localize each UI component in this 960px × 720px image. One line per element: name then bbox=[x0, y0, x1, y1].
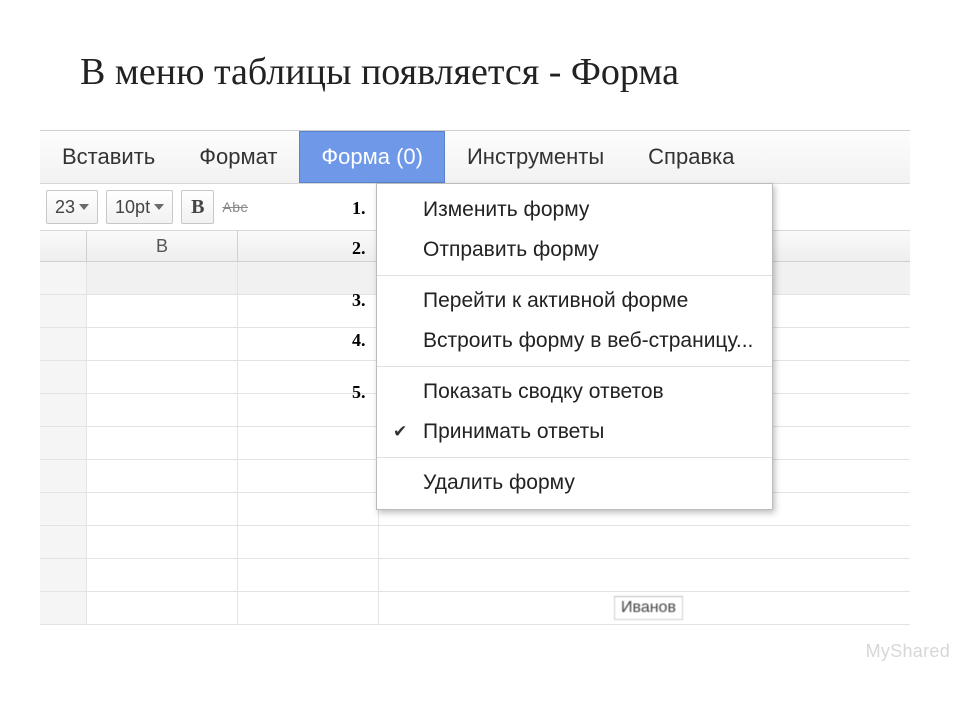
annotation-5: 5. bbox=[352, 382, 366, 403]
annotation-2: 2. bbox=[352, 238, 366, 259]
menu-insert[interactable]: Вставить bbox=[40, 131, 177, 183]
row-num-cell[interactable] bbox=[40, 559, 87, 591]
watermark: MyShared bbox=[866, 641, 950, 662]
menu-item-embed-form[interactable]: Встроить форму в веб-страницу... bbox=[377, 321, 772, 361]
row-num-cell[interactable] bbox=[40, 526, 87, 558]
table-row[interactable] bbox=[40, 526, 910, 559]
row-num-cell[interactable] bbox=[40, 328, 87, 360]
row-num-cell[interactable] bbox=[40, 295, 87, 327]
cell[interactable] bbox=[238, 493, 379, 525]
annotation-1: 1. bbox=[352, 198, 366, 219]
menu-separator bbox=[377, 275, 772, 276]
menu-format[interactable]: Формат bbox=[177, 131, 299, 183]
spreadsheet-app: Вставить Формат Форма (0) Инструменты Сп… bbox=[40, 130, 910, 711]
menubar: Вставить Формат Форма (0) Инструменты Сп… bbox=[40, 131, 910, 184]
number-format-button[interactable]: 23 bbox=[46, 190, 98, 224]
cell[interactable] bbox=[238, 427, 379, 459]
cell[interactable] bbox=[87, 592, 238, 624]
caret-down-icon bbox=[79, 204, 89, 210]
caret-down-icon bbox=[154, 204, 164, 210]
cell[interactable] bbox=[87, 328, 238, 360]
menu-item-delete-form[interactable]: Удалить форму bbox=[377, 463, 772, 503]
font-size-button[interactable]: 10pt bbox=[106, 190, 173, 224]
font-size-label: 10pt bbox=[115, 197, 150, 218]
annotation-4: 4. bbox=[352, 330, 366, 351]
cell[interactable] bbox=[87, 427, 238, 459]
cell[interactable] bbox=[87, 262, 238, 294]
cell[interactable] bbox=[238, 460, 379, 492]
row-num-cell[interactable] bbox=[40, 262, 87, 294]
bold-button[interactable]: B bbox=[181, 190, 214, 224]
strikethrough-button[interactable]: Abc bbox=[222, 199, 248, 215]
menu-item-goto-live-form[interactable]: Перейти к активной форме bbox=[377, 281, 772, 321]
menu-item-send-form[interactable]: Отправить форму bbox=[377, 230, 772, 270]
form-dropdown-menu: Изменить форму Отправить форму Перейти к… bbox=[376, 183, 773, 510]
row-num-cell[interactable] bbox=[40, 361, 87, 393]
row-num-cell[interactable] bbox=[40, 394, 87, 426]
partial-cell-snippet: Иванов bbox=[614, 596, 683, 620]
menu-item-accepting-responses[interactable]: Принимать ответы bbox=[377, 412, 772, 452]
menu-separator bbox=[377, 366, 772, 367]
row-num-cell[interactable] bbox=[40, 427, 87, 459]
cell[interactable] bbox=[87, 361, 238, 393]
row-num-cell[interactable] bbox=[40, 592, 87, 624]
cell[interactable] bbox=[238, 592, 379, 624]
row-num-cell[interactable] bbox=[40, 460, 87, 492]
cell[interactable] bbox=[87, 460, 238, 492]
column-header-b[interactable]: B bbox=[87, 231, 238, 261]
row-num-cell[interactable] bbox=[40, 493, 87, 525]
number-format-label: 23 bbox=[55, 197, 75, 218]
cell[interactable] bbox=[238, 526, 379, 558]
menu-item-edit-form[interactable]: Изменить форму bbox=[377, 190, 772, 230]
cell[interactable] bbox=[87, 394, 238, 426]
cell[interactable] bbox=[87, 526, 238, 558]
menu-form[interactable]: Форма (0) bbox=[299, 131, 445, 183]
annotation-3: 3. bbox=[352, 290, 366, 311]
menu-item-show-summary[interactable]: Показать сводку ответов bbox=[377, 372, 772, 412]
cell[interactable] bbox=[87, 295, 238, 327]
table-row[interactable] bbox=[40, 559, 910, 592]
bold-icon: B bbox=[191, 196, 204, 219]
cell[interactable] bbox=[87, 493, 238, 525]
menu-separator bbox=[377, 457, 772, 458]
table-row[interactable] bbox=[40, 592, 910, 625]
cell[interactable] bbox=[238, 559, 379, 591]
menu-help[interactable]: Справка bbox=[626, 131, 756, 183]
slide-title: В меню таблицы появляется - Форма bbox=[80, 50, 679, 94]
cell[interactable] bbox=[87, 559, 238, 591]
corner-cell[interactable] bbox=[40, 231, 87, 261]
menu-tools[interactable]: Инструменты bbox=[445, 131, 626, 183]
